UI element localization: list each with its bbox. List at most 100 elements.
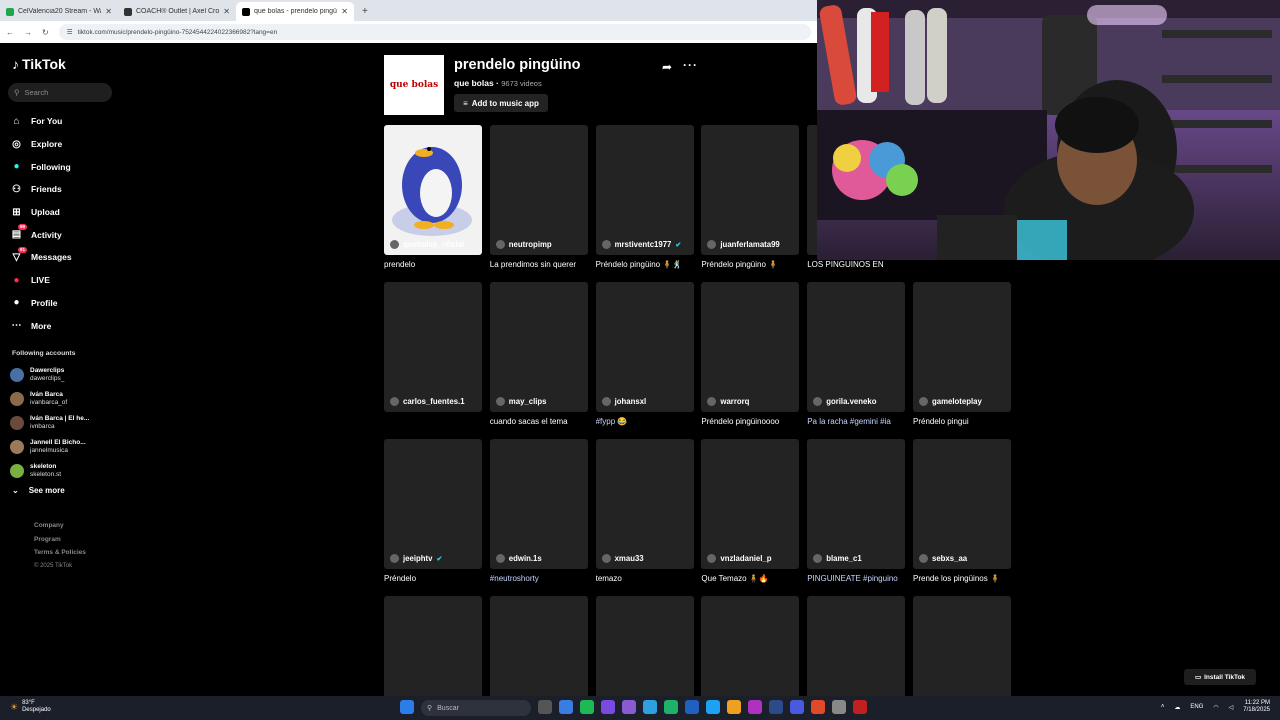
video-author[interactable]: gorila.veneko: [813, 397, 876, 406]
video-thumbnail[interactable]: may_clips: [489, 282, 588, 412]
video-thumbnail[interactable]: juanferlamata99: [701, 125, 800, 255]
video-thumbnail[interactable]: edwin.1s: [489, 439, 588, 569]
install-tiktok-button[interactable]: ▭ Install TikTok: [1184, 669, 1256, 685]
copilot-icon[interactable]: [559, 700, 573, 714]
close-tab-icon[interactable]: ✕: [341, 7, 348, 16]
video-card[interactable]: gorila.veneko Pa la racha #gemini #ia: [807, 282, 906, 426]
video-card[interactable]: edwin.1s #neutroshorty: [489, 439, 588, 583]
share-icon[interactable]: ➦: [662, 60, 672, 74]
task-view-icon[interactable]: [538, 700, 552, 714]
sidebar-item-live[interactable]: ● LIVE: [10, 269, 120, 292]
video-author[interactable]: sebxs_aa: [919, 554, 967, 563]
language-indicator[interactable]: ENG: [1190, 704, 1203, 710]
video-author[interactable]: warrorq: [707, 397, 749, 406]
video-card[interactable]: quebolas_oficial prendelo: [384, 125, 482, 269]
video-author[interactable]: edwin.1s: [495, 554, 542, 563]
video-thumbnail[interactable]: quebolas_oficial: [384, 125, 482, 255]
video-thumbnail[interactable]: sebxs_aa: [913, 439, 1011, 569]
video-card[interactable]: juanferlamata99 Préndelo pingüino 🧍: [701, 125, 800, 269]
video-card[interactable]: vnzladaniel_p Que Temazo 🧍🔥: [701, 439, 800, 583]
footer-link[interactable]: Terms & Policies: [34, 546, 86, 560]
xbox-icon[interactable]: [664, 700, 678, 714]
following-account[interactable]: Iván Barca | El he... ivnbarca: [10, 411, 110, 435]
video-card[interactable]: mrstiventc1977 ✔ Préndelo pingüino 🧍🕺: [595, 125, 694, 269]
video-thumbnail[interactable]: xmau33: [595, 439, 694, 569]
video-card[interactable]: may_clips cuando sacas el tema: [489, 282, 588, 426]
video-card[interactable]: sebxs_aa Prende los pingüinos 🧍: [913, 439, 1011, 583]
video-thumbnail[interactable]: mrstiventc1977 ✔: [595, 125, 694, 255]
discord-icon[interactable]: [790, 700, 804, 714]
clock[interactable]: 11:22 PM 7/18/2025: [1243, 700, 1270, 714]
taskbar-search[interactable]: ⚲ Buscar: [421, 700, 531, 716]
video-card[interactable]: gameloteplay Préndelo pingui: [913, 282, 1011, 426]
footer-link[interactable]: Program: [34, 533, 86, 547]
video-author[interactable]: carlos_fuentes.1: [390, 397, 465, 406]
reload-icon[interactable]: ↻: [42, 28, 49, 37]
spotify-icon[interactable]: [580, 700, 594, 714]
video-card[interactable]: blame_c1 PINGUINEATE #pinguino: [807, 439, 906, 583]
sidebar-item-activity[interactable]: ▤ 99 Activity: [10, 223, 120, 246]
video-thumbnail[interactable]: carlos_fuentes.1: [384, 282, 482, 412]
video-author[interactable]: quebolas_oficial: [390, 240, 464, 249]
video-author[interactable]: xmau33: [601, 554, 644, 563]
app-icon[interactable]: [853, 700, 867, 714]
sidebar-item-messages[interactable]: ▽ 91 Messages: [10, 246, 120, 269]
chrome-icon[interactable]: [811, 700, 825, 714]
video-author[interactable]: may_clips: [495, 397, 547, 406]
sidebar-item-explore[interactable]: ◎ Explore: [10, 133, 120, 156]
close-tab-icon[interactable]: ✕: [105, 7, 112, 16]
wifi-icon[interactable]: ◠: [1213, 704, 1218, 711]
sound-author[interactable]: que bolas: [454, 78, 494, 88]
see-more-button[interactable]: ⌄ See more: [12, 486, 65, 495]
app-icon[interactable]: [706, 700, 720, 714]
weather-widget[interactable]: ☀ 83°F Despejado: [10, 700, 51, 714]
video-thumbnail[interactable]: gorila.veneko: [807, 282, 906, 412]
chevron-up-icon[interactable]: ˄: [1161, 704, 1165, 710]
video-thumbnail[interactable]: warrorq: [701, 282, 800, 412]
sidebar-item-for-you[interactable]: ⌂ For You: [10, 110, 120, 133]
video-thumbnail[interactable]: gameloteplay: [913, 282, 1011, 412]
search-input[interactable]: ⚲ Search: [8, 83, 112, 102]
forward-icon[interactable]: →: [24, 28, 32, 37]
browser-tab[interactable]: COACH® Outlet | Axel Crossb...✕: [118, 2, 236, 21]
video-card[interactable]: xmau33 temazo: [595, 439, 694, 583]
new-tab-icon[interactable]: +: [354, 2, 376, 21]
video-author[interactable]: vnzladaniel_p: [707, 554, 772, 563]
teams-icon[interactable]: [601, 700, 615, 714]
video-card[interactable]: neutropimp La prendimos sin querer: [489, 125, 588, 269]
edge-icon[interactable]: [643, 700, 657, 714]
close-tab-icon[interactable]: ✕: [223, 7, 230, 16]
following-account[interactable]: skeleton skeleton.st: [10, 459, 110, 483]
video-thumbnail[interactable]: jeeiphtv ✔: [384, 439, 482, 569]
app-icon[interactable]: [622, 700, 636, 714]
url-field[interactable]: ☰ tiktok.com/music/prendelo-pingüino-752…: [58, 24, 811, 40]
start-icon[interactable]: [400, 700, 414, 714]
more-options-icon[interactable]: ···: [683, 58, 698, 72]
sidebar-item-more[interactable]: ⋯ More: [10, 314, 120, 337]
video-author[interactable]: neutropimp: [495, 240, 552, 249]
sidebar-item-friends[interactable]: ⚇ Friends: [10, 178, 120, 201]
cloud-icon[interactable]: ☁: [1174, 704, 1180, 711]
following-account[interactable]: Dawerclips dawerclips_: [10, 363, 110, 387]
video-thumbnail[interactable]: vnzladaniel_p: [701, 439, 800, 569]
video-author[interactable]: gameloteplay: [919, 397, 982, 406]
add-to-music-app-button[interactable]: ≡ Add to music app: [454, 94, 548, 112]
sidebar-item-following[interactable]: ● Following: [10, 155, 120, 178]
video-card[interactable]: warrorq Préndelo pingüinoooo: [701, 282, 800, 426]
tiktok-logo[interactable]: ♪ TikTok: [12, 56, 66, 72]
back-icon[interactable]: ←: [6, 28, 14, 37]
settings-icon[interactable]: [832, 700, 846, 714]
video-thumbnail[interactable]: neutropimp: [489, 125, 588, 255]
sidebar-item-upload[interactable]: ⊞ Upload: [10, 201, 120, 224]
video-author[interactable]: juanferlamata99: [707, 240, 780, 249]
sidebar-item-profile[interactable]: ● Profile: [10, 292, 120, 315]
following-account[interactable]: Iván Barca ivanbarca_of: [10, 387, 110, 411]
video-author[interactable]: jeeiphtv ✔: [390, 554, 442, 563]
video-card[interactable]: johansxl #fypp 😂: [595, 282, 694, 426]
video-card[interactable]: carlos_fuentes.1: [384, 282, 482, 417]
footer-link[interactable]: Company: [34, 519, 86, 533]
video-card[interactable]: jeeiphtv ✔ Préndelo: [384, 439, 482, 583]
outlook-icon[interactable]: [685, 700, 699, 714]
video-thumbnail[interactable]: blame_c1: [807, 439, 906, 569]
video-author[interactable]: blame_c1: [813, 554, 862, 563]
